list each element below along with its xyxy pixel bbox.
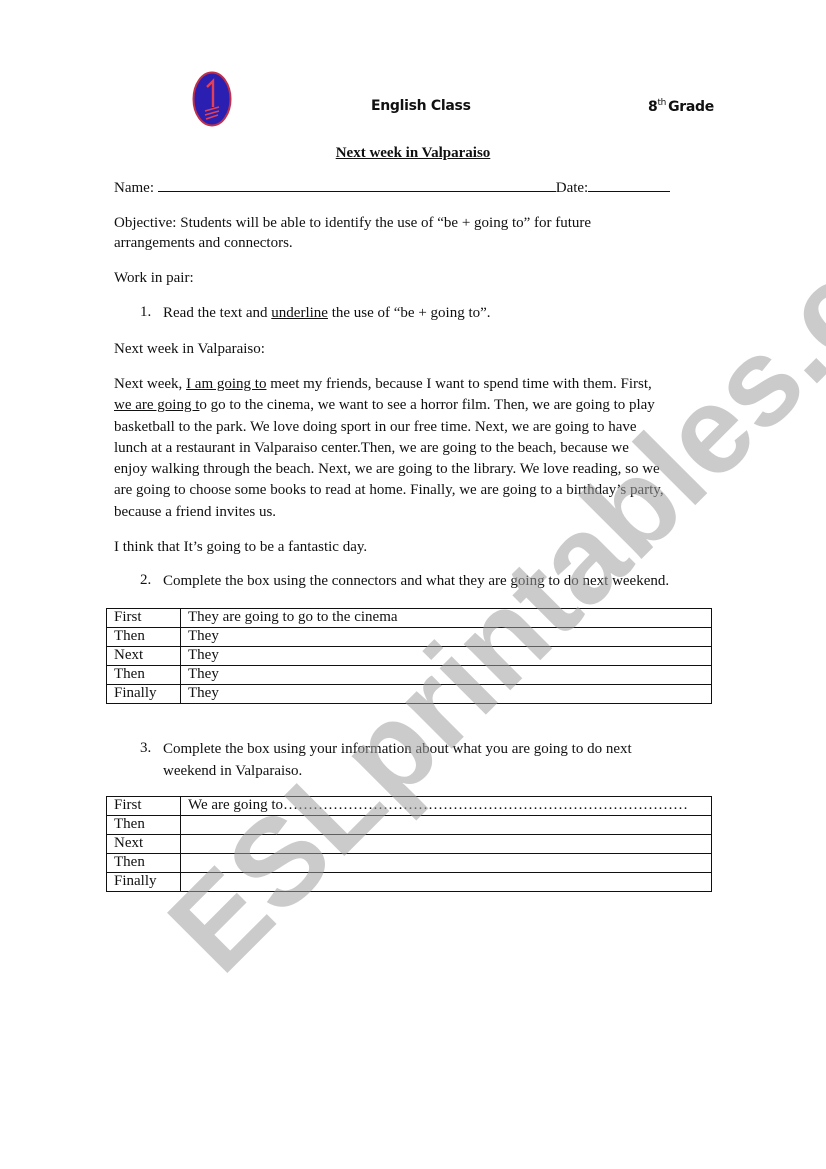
task1-underlined-word: underline	[271, 305, 328, 321]
table-row: Finally They	[106, 684, 712, 704]
task3-instruction-line-2: weekend in Valparaiso.	[163, 763, 303, 779]
task2-instruction: Complete the box using the connectors an…	[163, 573, 670, 589]
task3-table: First We are going to………………………………………………………	[106, 796, 712, 892]
answer-cell[interactable]	[180, 872, 712, 892]
table-row: Finally	[106, 872, 712, 892]
connector-cell: Then	[106, 815, 181, 835]
table-row: Then	[106, 815, 712, 835]
answer-cell[interactable]	[180, 834, 712, 854]
reading-passage: Next week, I am going to meet my friends…	[114, 374, 714, 523]
table-row: Then They	[106, 627, 712, 647]
answer-cell[interactable]	[180, 815, 712, 835]
date-field[interactable]	[588, 177, 671, 192]
answer-cell[interactable]: They are going to go to the cinema	[180, 608, 712, 628]
number-one-badge-icon	[192, 71, 232, 127]
reading-title: Next week in Valparaiso:	[114, 341, 265, 357]
reading-text: Next week,	[114, 376, 187, 392]
connector-cell: First	[106, 608, 181, 628]
grade-suffix: th	[657, 98, 667, 108]
grade-word: Grade	[668, 99, 714, 115]
task1-instruction: Read the text and underline the use of “…	[163, 302, 491, 324]
objective-line-1: Objective: Students will be able to iden…	[114, 215, 592, 231]
task1-text-after: the use of “be + going to”.	[327, 305, 491, 321]
reading-text: o go to the cinema, we want to see a hor…	[199, 397, 655, 414]
task1-number: 1.	[140, 304, 152, 320]
worksheet-page: English Class 8th Grade Next week in Valp…	[0, 0, 826, 1169]
connector-cell: First	[106, 796, 181, 816]
name-field[interactable]	[157, 177, 556, 192]
date-label: Date:	[555, 180, 589, 196]
task3-number: 3.	[140, 740, 152, 756]
connector-cell: Next	[106, 646, 181, 666]
table-row: Next They	[106, 646, 712, 666]
task1-text-before: Read the text and	[163, 305, 272, 321]
table-row: Then They	[106, 665, 712, 685]
objective-line-2: arrangements and connectors.	[114, 235, 293, 251]
reading-line: we are going to go to the cinema, we wan…	[114, 395, 714, 416]
name-date-row: Name: Date:	[114, 177, 671, 199]
underlined-phrase: we are going t	[114, 397, 200, 414]
answer-cell[interactable]: They	[180, 684, 712, 704]
task2-number: 2.	[140, 572, 152, 588]
name-label: Name:	[114, 180, 154, 196]
connector-cell: Then	[106, 627, 181, 647]
answer-cell[interactable]	[180, 853, 712, 873]
table-row: First We are going to………………………………………………………	[106, 796, 712, 816]
answer-cell[interactable]: They	[180, 646, 712, 666]
connector-cell: Then	[106, 665, 181, 685]
answer-cell[interactable]: We are going to……………………………………………………………………	[180, 796, 712, 816]
reading-line: enjoy walking through the beach. Next, w…	[114, 461, 660, 478]
connector-cell: Next	[106, 834, 181, 854]
work-in-pair: Work in pair:	[114, 270, 194, 286]
table-row: First They are going to go to the cinema	[106, 608, 712, 628]
reading-line: are going to choose some books to read a…	[114, 482, 664, 499]
answer-cell[interactable]: They	[180, 627, 712, 647]
task3-instruction-line-1: Complete the box using your information …	[163, 741, 632, 757]
table-row: Then	[106, 853, 712, 873]
task2-table: First They are going to go to the cinema T…	[106, 608, 712, 704]
connector-cell: Finally	[106, 684, 181, 704]
reading-line: lunch at a restaurant in Valparaiso cent…	[114, 439, 629, 456]
underlined-phrase: I am going to	[186, 376, 267, 392]
answer-cell[interactable]: They	[180, 665, 712, 685]
connector-cell: Finally	[106, 872, 181, 892]
table-row: Next	[106, 834, 712, 854]
grade-label: 8th Grade	[648, 98, 714, 115]
reading-line: basketball to the park. We love doing sp…	[114, 418, 637, 435]
reading-text: meet my friends, because I want to spend…	[266, 376, 652, 392]
reading-line: Next week, I am going to meet my friends…	[114, 374, 714, 395]
document-title: Next week in Valparaiso	[335, 145, 491, 161]
course-title: English Class	[371, 98, 471, 114]
conclusion: I think that It’s going to be a fantasti…	[114, 539, 368, 555]
connector-cell: Then	[106, 853, 181, 873]
reading-line: because a friend invites us.	[114, 503, 277, 520]
